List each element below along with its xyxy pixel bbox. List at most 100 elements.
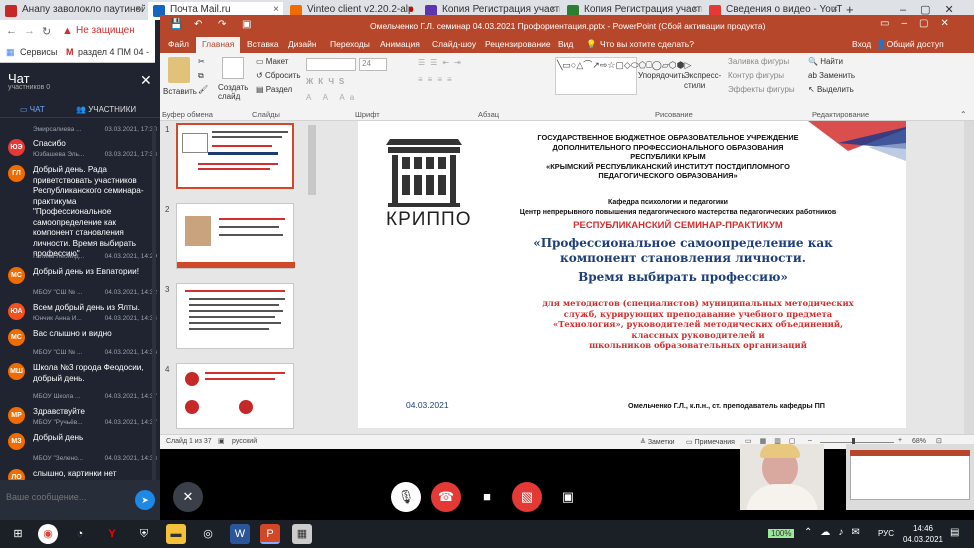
tab-insert[interactable]: Вставка bbox=[247, 39, 279, 49]
send-button[interactable]: ➤ bbox=[135, 490, 155, 510]
redo-icon[interactable]: ↷ bbox=[218, 19, 226, 30]
yandex-icon[interactable]: Y bbox=[102, 524, 122, 544]
chat-scrollbar[interactable] bbox=[152, 127, 156, 507]
tab-chat[interactable]: ▭ ЧАТ bbox=[20, 105, 45, 114]
participant-video-tile[interactable] bbox=[740, 444, 824, 510]
chat-message-input[interactable] bbox=[6, 488, 126, 506]
media-icon[interactable]: ◎ bbox=[198, 524, 218, 544]
zoom-slider[interactable] bbox=[820, 442, 894, 443]
notifications-icon[interactable]: ▤ bbox=[950, 527, 959, 538]
paste-button[interactable]: Вставить bbox=[163, 87, 197, 96]
word-icon[interactable]: W bbox=[230, 524, 250, 544]
tell-me-input[interactable]: Что вы хотите сделать? bbox=[600, 39, 694, 49]
list-buttons[interactable]: ☰☰⇤⇥ bbox=[418, 58, 466, 67]
tab-design[interactable]: Дизайн bbox=[288, 39, 317, 49]
tab-file[interactable]: Файл bbox=[168, 39, 189, 49]
shape-effects-button[interactable]: Эффекты фигуры bbox=[728, 85, 795, 94]
share-button[interactable]: 👤Общий доступ bbox=[876, 39, 944, 50]
close-icon[interactable]: × bbox=[550, 4, 556, 15]
close-icon[interactable]: × bbox=[273, 4, 279, 15]
shape-fill-button[interactable]: Заливка фигуры bbox=[728, 57, 789, 66]
notes-button[interactable]: ≜ Заметки bbox=[640, 438, 675, 446]
zoom-out-icon[interactable]: – bbox=[808, 437, 812, 444]
close-panel-button[interactable]: ✕ bbox=[173, 482, 203, 512]
present-icon[interactable]: ▣ bbox=[242, 19, 251, 30]
tab-view[interactable]: Вид bbox=[558, 39, 573, 49]
replace-button[interactable]: ab Заменить bbox=[808, 71, 855, 80]
new-slide-icon[interactable] bbox=[222, 57, 244, 79]
slide-scrollbar[interactable] bbox=[964, 121, 974, 434]
explorer-icon[interactable]: ◔ bbox=[70, 524, 90, 544]
close-icon[interactable]: × bbox=[692, 4, 698, 15]
collapse-ribbon-icon[interactable]: ⌃ bbox=[960, 110, 967, 119]
clock[interactable]: 14:46 04.03.2021 bbox=[902, 523, 944, 545]
format-painter-icon[interactable]: 🖌 bbox=[198, 85, 208, 94]
picture-in-picture-button[interactable]: ▣ bbox=[553, 482, 583, 512]
forward-icon[interactable]: → bbox=[24, 25, 35, 37]
folder-icon[interactable]: ▬ bbox=[166, 524, 186, 544]
slide-thumbnail-2[interactable] bbox=[176, 203, 295, 269]
close-icon[interactable]: × bbox=[135, 4, 141, 15]
reset-button[interactable]: ↺ Сбросить bbox=[256, 71, 301, 80]
close-icon[interactable]: × bbox=[832, 4, 838, 15]
start-icon[interactable]: ⊞ bbox=[8, 524, 28, 544]
hang-up-button[interactable]: ☎ bbox=[431, 482, 461, 512]
language-label[interactable]: русский bbox=[232, 438, 257, 445]
zoom-in-icon[interactable]: + bbox=[898, 437, 902, 444]
not-secure-label[interactable]: Не защищен bbox=[76, 25, 135, 36]
save-icon[interactable]: 💾 bbox=[170, 19, 182, 30]
shape-outline-button[interactable]: Контур фигуры bbox=[728, 71, 784, 80]
back-icon[interactable]: ← bbox=[6, 25, 17, 37]
section-button[interactable]: ▤ Раздел bbox=[256, 85, 292, 94]
thumb-emblem bbox=[185, 372, 199, 386]
shield-icon[interactable]: ⛨ bbox=[134, 524, 154, 544]
tab-home[interactable]: Главная bbox=[202, 39, 234, 49]
window-controls[interactable]: ▭–▢✕ bbox=[880, 18, 961, 29]
chrome-icon[interactable]: ◉ bbox=[38, 524, 58, 544]
paste-icon[interactable] bbox=[168, 57, 190, 83]
tray-icons[interactable]: ⌃☁♪✉ bbox=[804, 527, 868, 538]
reload-icon[interactable]: ↻ bbox=[42, 25, 51, 38]
browser-tab[interactable]: Анапу заволокло паутиной × bbox=[0, 2, 145, 20]
login-link[interactable]: Вход bbox=[852, 39, 871, 49]
quick-styles-button[interactable]: Экспресс-стили bbox=[684, 71, 724, 91]
battery-indicator[interactable]: 100% bbox=[768, 529, 795, 538]
comments-button[interactable]: ▭ Примечания bbox=[686, 438, 735, 446]
cut-icon[interactable]: ✂ bbox=[198, 57, 205, 66]
tab-slideshow[interactable]: Слайд-шоу bbox=[432, 39, 476, 49]
slide-thumbnail-1[interactable] bbox=[176, 123, 294, 189]
select-button[interactable]: ↖ Выделить bbox=[808, 85, 854, 94]
apps-icon[interactable]: ▦ bbox=[6, 47, 15, 58]
copy-icon[interactable]: ⧉ bbox=[198, 71, 204, 81]
tab-participants[interactable]: 👥 УЧАСТНИКИ bbox=[76, 105, 136, 114]
font-name-select[interactable] bbox=[306, 58, 356, 71]
bookmark-folder[interactable]: раздел 4 ПМ 04 - bbox=[78, 47, 149, 57]
shared-screen-preview[interactable] bbox=[846, 444, 974, 510]
input-language[interactable]: РУС bbox=[878, 529, 894, 538]
layout-button[interactable]: ▭ Макет bbox=[256, 57, 288, 66]
tab-animation[interactable]: Анимация bbox=[380, 39, 420, 49]
slide-thumbnail-3[interactable] bbox=[176, 283, 294, 349]
tab-review[interactable]: Рецензирование bbox=[485, 39, 551, 49]
powerpoint-icon[interactable]: P bbox=[260, 524, 280, 544]
font-color-buttons[interactable]: A A Aa bbox=[306, 93, 359, 102]
font-size-select[interactable]: 24 bbox=[359, 58, 387, 71]
powerpoint-window: 💾 ↶ ↷ ▣ Омельченко Г.Л. семинар 04.03.20… bbox=[160, 15, 974, 449]
spellcheck-icon[interactable]: ▣ bbox=[218, 437, 225, 445]
align-buttons[interactable]: ≡≡≡≡ bbox=[418, 75, 457, 84]
bookmark-services[interactable]: Сервисы bbox=[20, 47, 57, 57]
shapes-gallery[interactable]: ╲▭○△⌒↗⇨☆▢◇⬭⬠⎕◯▱⬡⬢▷ bbox=[555, 57, 691, 95]
slide-thumbnail-4[interactable] bbox=[176, 363, 294, 429]
screen-share-stop-button[interactable]: ▧ bbox=[512, 482, 542, 512]
new-slide-button[interactable]: Создать слайд bbox=[218, 83, 254, 101]
close-icon[interactable]: ✕ bbox=[140, 72, 152, 89]
thumb-scrollbar[interactable] bbox=[308, 125, 316, 195]
font-style-buttons[interactable]: ЖКЧS bbox=[306, 77, 349, 86]
mute-mic-button[interactable]: 🎙 bbox=[391, 482, 421, 512]
arrange-button[interactable]: Упорядочить bbox=[638, 71, 686, 81]
undo-icon[interactable]: ↶ bbox=[194, 19, 202, 30]
app-icon[interactable]: ▦ bbox=[292, 524, 312, 544]
find-button[interactable]: 🔍 Найти bbox=[808, 57, 843, 66]
camera-button[interactable]: ■ bbox=[472, 482, 502, 512]
tab-transitions[interactable]: Переходы bbox=[330, 39, 370, 49]
